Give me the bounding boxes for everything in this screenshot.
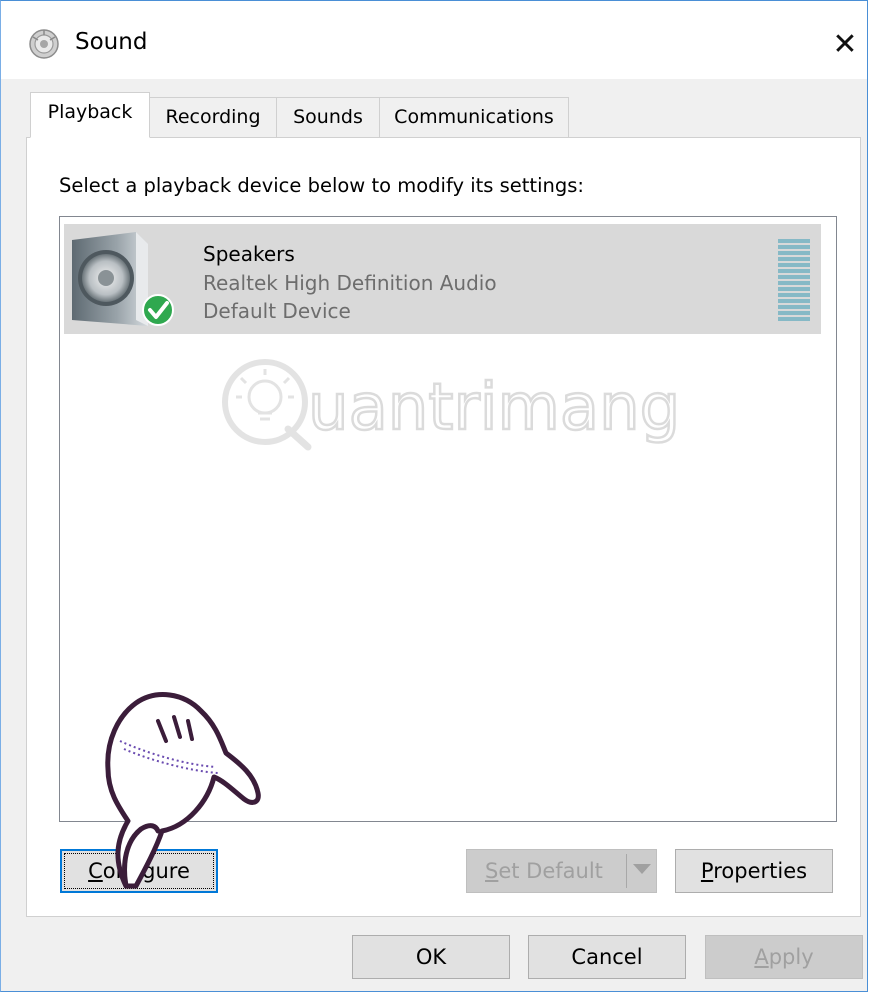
green-check-icon xyxy=(140,286,170,316)
volume-level-meter xyxy=(778,239,810,325)
ok-label: OK xyxy=(415,945,447,969)
tab-label: Playback xyxy=(47,101,133,123)
window-title: Sound xyxy=(75,29,148,55)
instruction-text: Select a playback device below to modify… xyxy=(59,174,584,197)
cancel-label: Cancel xyxy=(571,945,643,969)
tab-label: Recording xyxy=(165,106,261,128)
device-description: Realtek High Definition Audio xyxy=(203,271,497,295)
ok-button[interactable]: OK xyxy=(352,935,510,979)
chevron-down-icon[interactable] xyxy=(633,864,651,874)
tab-recording[interactable]: Recording xyxy=(149,97,277,137)
properties-button[interactable]: Properties xyxy=(675,849,833,893)
apply-button[interactable]: Apply xyxy=(705,935,863,979)
device-name: Speakers xyxy=(203,242,295,266)
close-button[interactable]: ✕ xyxy=(821,21,869,69)
device-status: Default Device xyxy=(203,299,351,323)
tab-label: Sounds xyxy=(293,106,363,128)
speaker-window-icon xyxy=(29,29,59,59)
title-bar[interactable]: Sound ✕ xyxy=(1,1,867,79)
tab-sounds[interactable]: Sounds xyxy=(276,97,380,137)
pointing-hand-cursor xyxy=(105,692,261,889)
tab-playback[interactable]: Playback xyxy=(30,92,150,138)
sound-dialog: Sound ✕ Playback Recording Sounds Commun… xyxy=(0,0,868,992)
close-icon: ✕ xyxy=(832,27,858,62)
tab-communications[interactable]: Communications xyxy=(379,97,569,137)
quantrimang-watermark: uantrimang xyxy=(222,359,682,451)
speaker-icon xyxy=(72,232,174,326)
cancel-button[interactable]: Cancel xyxy=(528,935,686,979)
watermark-text: uantrimang xyxy=(308,371,680,445)
set-default-button[interactable]: Set Default xyxy=(466,849,657,893)
tab-label: Communications xyxy=(394,106,554,128)
device-row-speakers[interactable]: Speakers Realtek High Definition Audio D… xyxy=(64,224,821,334)
